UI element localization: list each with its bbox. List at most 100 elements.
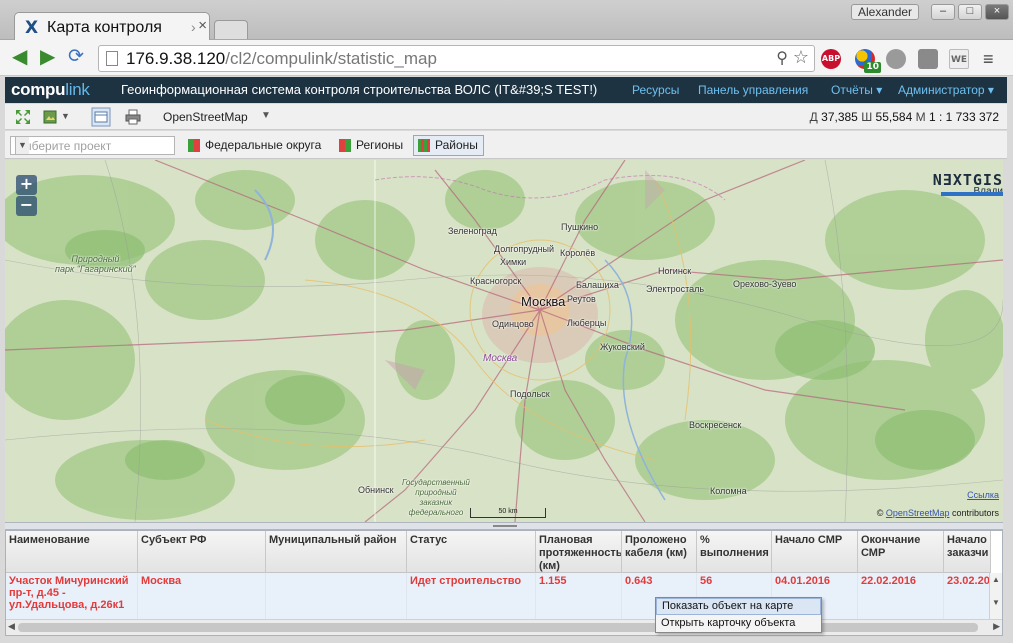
osm-link[interactable]: OpenStreetMap <box>886 508 950 518</box>
project-select[interactable]: Выберите проект ▼ <box>10 136 175 155</box>
nav-control-panel[interactable]: Панель управления <box>698 83 808 97</box>
grid-vertical-scrollbar[interactable]: ▲ ▼ <box>989 573 1002 619</box>
scroll-up-icon[interactable]: ▲ <box>990 575 1002 584</box>
coords-m-label: М <box>915 110 926 124</box>
col-status[interactable]: Статус <box>407 531 536 573</box>
layer-add-dropdown-icon[interactable]: ▼ <box>61 111 70 121</box>
profile-user-badge[interactable]: Alexander <box>851 4 920 20</box>
compulink-logo[interactable]: compulink <box>11 80 90 100</box>
layer-regions-button[interactable]: Регионы <box>334 135 409 156</box>
map-link[interactable]: Ссылка <box>967 490 999 500</box>
new-tab-button[interactable] <box>214 20 248 39</box>
tab-title: Карта контроля <box>47 19 162 36</box>
cell-name: Участок Мичуринский пр-т, д.45 - ул.Удал… <box>6 573 138 619</box>
map-label-reserve: Государственный природный заказник федер… <box>402 478 470 517</box>
attribution-prefix: © <box>876 508 886 518</box>
maximize-button[interactable]: □ <box>958 4 982 20</box>
menu-item-show-on-map[interactable]: Показать объект на карте <box>656 598 821 615</box>
back-arrow-icon[interactable]: ◀ <box>12 47 32 68</box>
col-district[interactable]: Муниципальный район <box>266 531 407 573</box>
layer-federal-districts-button[interactable]: Федеральные округа <box>183 135 327 156</box>
coordinates-readout: Д 37,385 Ш 55,584 М 1 : 1 733 372 <box>810 110 999 124</box>
panel-toggle-icon[interactable] <box>91 107 111 127</box>
col-subject[interactable]: Субъект РФ <box>138 531 266 573</box>
col-planned[interactable]: Плановая протяженность (км) <box>536 531 622 573</box>
fullscreen-icon[interactable] <box>15 109 31 125</box>
coords-sh-label: Ш <box>861 110 873 124</box>
grid-horizontal-scrollbar[interactable]: ◀ ▶ <box>6 619 1002 635</box>
we-extension-icon[interactable]: WE <box>949 49 969 69</box>
context-menu: Показать объект на карте Открыть карточк… <box>655 597 822 633</box>
adblock-extension-icon[interactable]: ABP <box>821 49 841 69</box>
scroll-thumb[interactable] <box>18 623 978 632</box>
chevron-down-icon[interactable]: ▼ <box>15 137 29 154</box>
col-smr-start[interactable]: Начало СМР <box>772 531 858 573</box>
map-attribution: © OpenStreetMap contributors <box>877 508 999 518</box>
col-laid[interactable]: Проложено кабеля (км) <box>622 531 697 573</box>
extension-badge: 10 <box>864 62 881 73</box>
browser-toolbar: ◀ ▶ ⟳ 176.9.38.120/cl2/compulink/statist… <box>0 40 1013 76</box>
map-label-moskva: Москва <box>521 294 566 309</box>
cell-status: Идет строительство <box>407 573 536 619</box>
map-label-zelenograd: Зеленоград <box>448 226 497 236</box>
layer-add-icon[interactable] <box>43 109 59 125</box>
map-toolbar: ▼ OpenStreetMap ▼ Д 37,385 Ш 55,584 М 1 … <box>5 104 1007 130</box>
zoom-in-button[interactable]: + <box>16 175 37 195</box>
map-label-moskva-region: Москва <box>483 353 518 364</box>
scroll-right-icon[interactable]: ▶ <box>993 621 1000 632</box>
zoom-out-button[interactable]: − <box>16 196 37 216</box>
bookmark-star-icon[interactable]: ☆ <box>793 47 809 68</box>
forward-arrow-icon[interactable]: ▶ <box>40 47 60 68</box>
address-bar[interactable]: 176.9.38.120/cl2/compulink/statistic_map… <box>98 45 815 72</box>
reload-icon[interactable]: ⟳ <box>68 47 88 68</box>
col-cust-start[interactable]: Начало заказчи <box>944 531 991 573</box>
map-label-kolomna: Коломна <box>710 486 747 496</box>
nav-resources[interactable]: Ресурсы <box>632 83 679 97</box>
scroll-left-icon[interactable]: ◀ <box>8 621 15 632</box>
map-label-orekhovo: Орехово-Зуево <box>733 279 797 289</box>
map-label-khimki: Химки <box>500 257 527 267</box>
tab-close-icon[interactable]: × <box>198 17 207 34</box>
colorful-extension-icon[interactable]: 10 <box>855 49 881 73</box>
splitter-grip-icon[interactable] <box>493 525 517 527</box>
map-canvas[interactable]: + − N∃XTGIS Влади Природный парк "Гагари… <box>5 160 1003 522</box>
page-icon <box>106 51 118 66</box>
minimize-button[interactable]: – <box>931 4 955 20</box>
zoom-icon[interactable]: ⚲ <box>776 48 788 68</box>
app-title: Геоинформационная система контроля строи… <box>121 82 598 97</box>
window-bottom-edge <box>0 637 1013 643</box>
map-label-balashikha: Балашиха <box>576 280 619 290</box>
browser-tab[interactable]: X Карта контроля › × <box>14 12 210 41</box>
nextgis-logo-bar <box>941 192 1003 196</box>
window-close-button[interactable]: × <box>985 4 1009 20</box>
grid-header: Наименование Субъект РФ Муниципальный ра… <box>6 531 991 573</box>
globe-extension-icon[interactable] <box>886 49 906 69</box>
col-percent[interactable]: % выполнения <box>697 531 772 573</box>
col-name[interactable]: Наименование <box>6 531 138 573</box>
table-row[interactable]: Участок Мичуринский пр-т, д.45 - ул.Удал… <box>6 573 991 619</box>
layer-regions-label: Регионы <box>356 138 404 152</box>
basemap-select[interactable]: OpenStreetMap <box>163 110 248 124</box>
nav-reports[interactable]: Отчёты ▾ <box>831 83 882 97</box>
map-label-reutov: Реутов <box>567 294 596 304</box>
url-text: 176.9.38.120/cl2/compulink/statistic_map <box>126 49 437 69</box>
hamburger-menu-icon[interactable]: ≡ <box>983 49 994 69</box>
menu-item-open-card[interactable]: Открыть карточку объекта <box>656 615 821 632</box>
browser-titlebar: X Карта контроля › × Alexander – □ × <box>0 0 1013 41</box>
panel-splitter[interactable] <box>5 522 1003 530</box>
federal-districts-swatch-icon <box>188 139 200 152</box>
map-label-krasnogorsk: Красногорск <box>470 276 522 286</box>
tab-overflow-icon: › <box>191 19 196 35</box>
coords-d-label: Д <box>809 110 818 124</box>
coords-m-value: 1 : 1 733 372 <box>928 110 999 124</box>
puzzle-extension-icon[interactable] <box>918 49 938 69</box>
nav-administrator[interactable]: Администратор ▾ <box>898 83 994 97</box>
cell-subject: Москва <box>138 573 266 619</box>
col-smr-end[interactable]: Окончание СМР <box>858 531 944 573</box>
basemap-dropdown-icon[interactable]: ▼ <box>261 110 271 121</box>
map-label-korolev: Королёв <box>560 248 596 258</box>
print-icon[interactable] <box>125 109 141 125</box>
layer-districts-button[interactable]: Районы <box>413 135 484 156</box>
map-label-zhukovsky: Жуковский <box>600 342 645 352</box>
scroll-down-icon[interactable]: ▼ <box>990 598 1002 607</box>
